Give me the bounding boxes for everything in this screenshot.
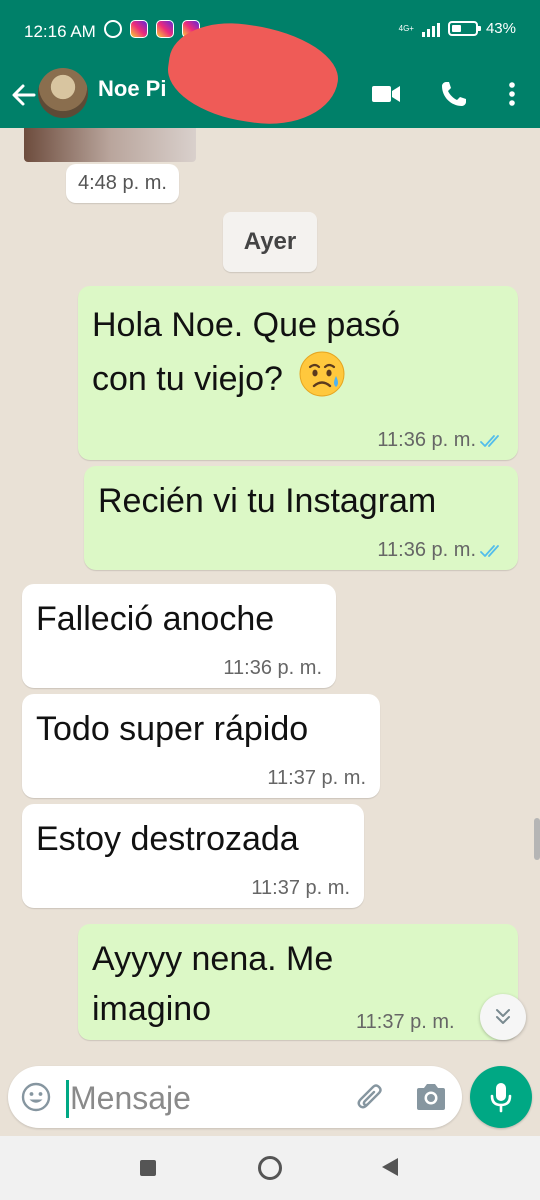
message-time: 11:37 p. m. <box>356 1011 455 1033</box>
message-composer <box>8 1066 462 1128</box>
camera-icon[interactable] <box>414 1082 448 1112</box>
contact-name[interactable]: Noe Pi <box>98 76 166 102</box>
network-type: 4G+ <box>398 24 414 33</box>
message-text: Estoy destrozada <box>36 820 299 858</box>
message-time: 11:37 p. m. <box>267 767 366 789</box>
video-call-icon[interactable] <box>370 78 402 110</box>
date-divider: Ayer <box>223 212 317 272</box>
back-arrow-icon[interactable] <box>10 80 38 110</box>
message-bubble-incoming[interactable]: Estoy destrozada 11:37 p. m. <box>22 804 364 908</box>
message-bubble-outgoing[interactable]: Hola Noe. Que pasó con tu viejo? 11:36 p… <box>78 286 518 460</box>
more-options-icon[interactable] <box>496 78 528 110</box>
message-text: Ayyyy nena. Me imagino <box>92 934 333 1034</box>
battery-percent: 43% <box>485 20 516 37</box>
emoji-icon[interactable] <box>20 1081 52 1113</box>
nav-back-button[interactable] <box>382 1158 398 1176</box>
microphone-icon <box>490 1083 512 1113</box>
status-time: 12:16 AM <box>24 22 96 41</box>
message-time: 11:36 p. m. <box>377 539 476 561</box>
double-chevron-down-icon <box>496 1009 510 1024</box>
contact-avatar[interactable] <box>38 68 88 118</box>
message-text: Falleció anoche <box>36 600 275 638</box>
message-input[interactable] <box>70 1078 340 1118</box>
message-time: 4:48 p. m. <box>66 164 179 203</box>
message-line: Hola Noe. Que pasó <box>92 306 401 344</box>
read-receipt-icon <box>480 435 499 447</box>
message-text: Hola Noe. Que pasó con tu viejo? <box>92 300 400 404</box>
chat-area[interactable]: 4:48 p. m. Ayer Hola Noe. Que pasó con t… <box>0 128 540 1064</box>
voice-call-icon[interactable] <box>438 78 470 110</box>
signal-icon <box>421 21 440 37</box>
text-caret <box>66 1080 69 1118</box>
message-bubble-incoming[interactable]: Falleció anoche 11:36 p. m. <box>22 584 336 688</box>
media-thumbnail[interactable] <box>24 128 196 162</box>
home-button[interactable] <box>258 1156 282 1180</box>
message-text: Todo super rápido <box>36 710 309 748</box>
recents-button[interactable] <box>140 1160 156 1176</box>
message-line: Ayyyy nena. Me <box>92 940 334 978</box>
message-line: imagino <box>92 990 212 1028</box>
message-bubble-outgoing[interactable]: Recién vi tu Instagram 11:36 p. m. <box>84 466 518 570</box>
message-time: 11:37 p. m. <box>251 877 350 899</box>
sad-but-relieved-face-icon <box>299 351 345 397</box>
read-receipt-icon <box>480 545 499 557</box>
chat-header: Noe Pi <box>0 14 540 134</box>
app-notification-icon <box>130 20 148 38</box>
message-line: con tu viejo? <box>92 360 283 398</box>
attach-icon[interactable] <box>354 1080 386 1114</box>
message-time: 11:36 p. m. <box>223 657 322 679</box>
system-nav-bar <box>0 1136 540 1200</box>
battery-icon <box>447 21 481 36</box>
message-time: 11:36 p. m. <box>377 429 476 451</box>
scroll-to-bottom-button[interactable] <box>480 994 526 1040</box>
alarm-icon <box>104 20 122 38</box>
instagram-icon <box>156 20 174 38</box>
message-bubble-incoming[interactable]: Todo super rápido 11:37 p. m. <box>22 694 380 798</box>
message-bubble-outgoing[interactable]: Ayyyy nena. Me imagino 11:37 p. m. <box>78 924 518 1040</box>
scrollbar[interactable] <box>534 818 540 860</box>
voice-message-button[interactable] <box>470 1066 532 1128</box>
message-text: Recién vi tu Instagram <box>98 482 437 520</box>
